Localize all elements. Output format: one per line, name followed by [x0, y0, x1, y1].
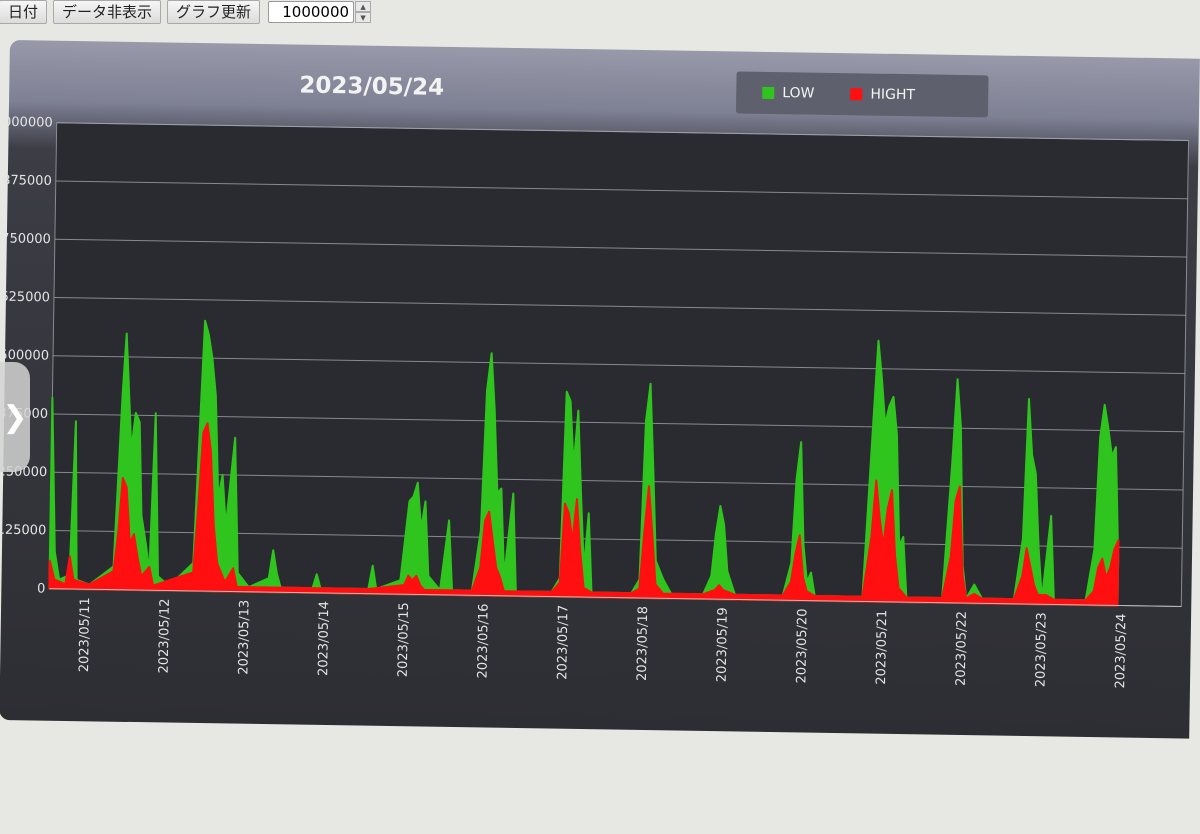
y-tick-label: 625000	[0, 290, 50, 306]
update-graph-button[interactable]: グラフ更新	[167, 0, 261, 24]
expand-sidebar-button[interactable]: ❯	[0, 362, 30, 472]
y-tick-label: 750000	[1, 231, 51, 247]
x-tick-label: 2023/05/24	[1113, 613, 1129, 688]
spin-up-icon[interactable]: ▲	[355, 1, 372, 12]
x-tick-label: 2023/05/13	[236, 600, 252, 675]
hide-data-button[interactable]: データ非表示	[53, 0, 162, 24]
x-tick-label: 2023/05/19	[715, 607, 731, 682]
chart-panel: 2023/05/24 LOW HIGHT 0125000250000375000…	[0, 40, 1200, 739]
y-tick-label: 0	[37, 581, 46, 596]
y-tick-label: 1000000	[0, 115, 53, 131]
spin-down-icon[interactable]: ▼	[355, 12, 372, 23]
x-tick-label: 2023/05/17	[555, 605, 571, 680]
x-tick-label: 2023/05/11	[77, 597, 93, 672]
y-tick-label: 125000	[0, 523, 46, 539]
date-button[interactable]: 日付	[0, 0, 48, 24]
x-tick-label: 2023/05/15	[396, 602, 412, 677]
x-tick-label: 2023/05/20	[794, 608, 810, 683]
toolbar: 日付 データ非表示 グラフ更新 ▲ ▼	[0, 0, 372, 26]
max-value-input[interactable]	[268, 1, 355, 23]
x-tick-label: 2023/05/14	[316, 601, 332, 676]
y-tick-label: 875000	[2, 173, 52, 189]
chart-plot: 0125000250000375000500000625000750000875…	[0, 115, 1190, 689]
max-value-stepper: ▲ ▼	[268, 0, 372, 24]
x-tick-label: 2023/05/18	[635, 606, 651, 681]
x-tick-label: 2023/05/12	[157, 598, 173, 673]
x-tick-label: 2023/05/21	[874, 610, 890, 685]
x-tick-label: 2023/05/22	[954, 611, 970, 686]
chevron-right-icon: ❯	[2, 399, 28, 435]
x-tick-label: 2023/05/23	[1033, 612, 1049, 687]
x-tick-label: 2023/05/16	[475, 603, 491, 678]
spinner: ▲ ▼	[355, 1, 372, 23]
